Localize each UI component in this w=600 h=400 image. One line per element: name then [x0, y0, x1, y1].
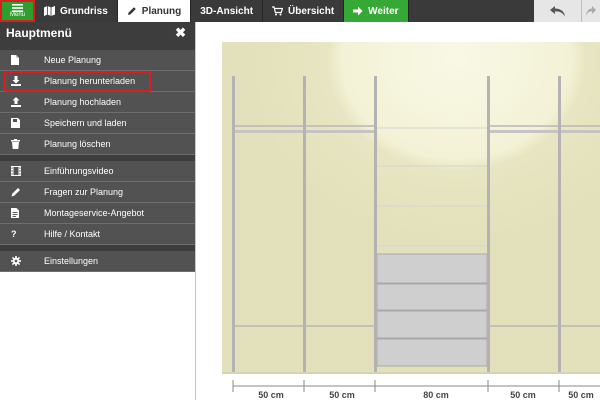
film-icon [0, 166, 44, 176]
menu-item-label: Montageservice-Angebot [44, 208, 145, 218]
question-icon: ? [11, 229, 17, 239]
floor-line [222, 372, 600, 374]
main-menu: Hauptmenü ✖ Neue Planung Planung herunte… [0, 22, 196, 400]
post [558, 76, 561, 372]
drawer [376, 338, 488, 367]
tab-uebersicht[interactable]: Übersicht [263, 0, 345, 22]
bracket [490, 130, 558, 133]
menu-item-label: Planung löschen [44, 139, 111, 149]
dimension-label: 50 cm [510, 390, 536, 400]
undo-icon [549, 5, 566, 17]
menu-item-planung-herunterladen[interactable]: Planung herunterladen [0, 71, 195, 92]
menu-item-label: Neue Planung [44, 55, 102, 65]
menu-item-montageservice-angebot[interactable]: Montageservice-Angebot [0, 203, 195, 224]
weiter-button-label: Weiter [368, 5, 399, 17]
menu-item-hilfe-kontakt[interactable]: ? Hilfe / Kontakt [0, 224, 195, 245]
tab-grundriss-label: Grundriss [60, 5, 108, 17]
pencil-icon [0, 187, 44, 197]
menu-item-label: Einstellungen [44, 256, 99, 266]
redo-icon [586, 5, 596, 17]
main-menu-header: Hauptmenü ✖ [0, 22, 195, 44]
menu-button[interactable]: Menü [0, 0, 35, 22]
arrow-right-icon [353, 6, 363, 16]
tab-3d-ansicht-label: 3D-Ansicht [200, 5, 254, 17]
undo-button[interactable] [534, 0, 582, 22]
hamburger-icon [12, 3, 23, 12]
tab-uebersicht-label: Übersicht [288, 5, 335, 17]
menu-item-label: Einführungsvideo [44, 166, 114, 176]
drawer-stack [376, 253, 488, 367]
drawer [376, 253, 488, 284]
post [303, 76, 306, 372]
top-toolbar: Menü Grundriss Planung 3D-Ansicht Übersi… [0, 0, 600, 22]
dimension-label: 50 cm [568, 390, 594, 400]
dimension-label: 50 cm [258, 390, 284, 400]
menu-item-label: Speichern und laden [44, 118, 127, 128]
tab-planung-label: Planung [141, 5, 182, 17]
menu-item-label: Hilfe / Kontakt [44, 229, 101, 239]
file-icon [0, 55, 44, 65]
trash-icon [0, 139, 44, 149]
menu-button-label: Menü [9, 11, 25, 18]
highlight-frame [4, 71, 151, 92]
dimension-label: 50 cm [329, 390, 355, 400]
weiter-button[interactable]: Weiter [344, 0, 409, 22]
dimension-label: 80 cm [423, 390, 449, 400]
tab-3d-ansicht[interactable]: 3D-Ansicht [191, 0, 264, 22]
menu-item-label: Fragen zur Planung [44, 187, 124, 197]
bracket [234, 130, 304, 133]
main-menu-title: Hauptmenü [6, 26, 72, 40]
tab-grundriss[interactable]: Grundriss [35, 0, 118, 22]
post [374, 76, 377, 372]
wardrobe-drawing [222, 42, 600, 392]
map-icon [44, 6, 55, 16]
upload-icon [0, 97, 44, 107]
gear-icon [0, 256, 44, 266]
close-icon[interactable]: ✖ [175, 25, 186, 41]
menu-item-planung-loeschen[interactable]: Planung löschen [0, 134, 195, 155]
drawer [376, 283, 488, 311]
cart-icon [272, 6, 284, 16]
drawer [376, 310, 488, 339]
planning-canvas[interactable]: 50 cm 50 cm 80 cm 50 cm 50 cm [196, 22, 600, 400]
menu-item-einstellungen[interactable]: Einstellungen [0, 251, 195, 272]
tab-planung[interactable]: Planung [117, 0, 192, 22]
post [232, 76, 235, 372]
document-icon [0, 208, 44, 218]
app-window: Menü Grundriss Planung 3D-Ansicht Übersi… [0, 0, 600, 400]
menu-item-label: Planung hochladen [44, 97, 122, 107]
post [487, 76, 490, 372]
save-icon [0, 118, 44, 128]
bracket [305, 130, 374, 133]
menu-item-fragen-zur-planung[interactable]: Fragen zur Planung [0, 182, 195, 203]
redo-button[interactable] [582, 0, 600, 22]
menu-item-planung-hochladen[interactable]: Planung hochladen [0, 92, 195, 113]
menu-item-speichern-und-laden[interactable]: Speichern und laden [0, 113, 195, 134]
menu-item-einfuehrungsvideo[interactable]: Einführungsvideo [0, 161, 195, 182]
pencil-icon [127, 6, 137, 16]
bracket [560, 130, 600, 133]
menu-item-neue-planung[interactable]: Neue Planung [0, 50, 195, 71]
